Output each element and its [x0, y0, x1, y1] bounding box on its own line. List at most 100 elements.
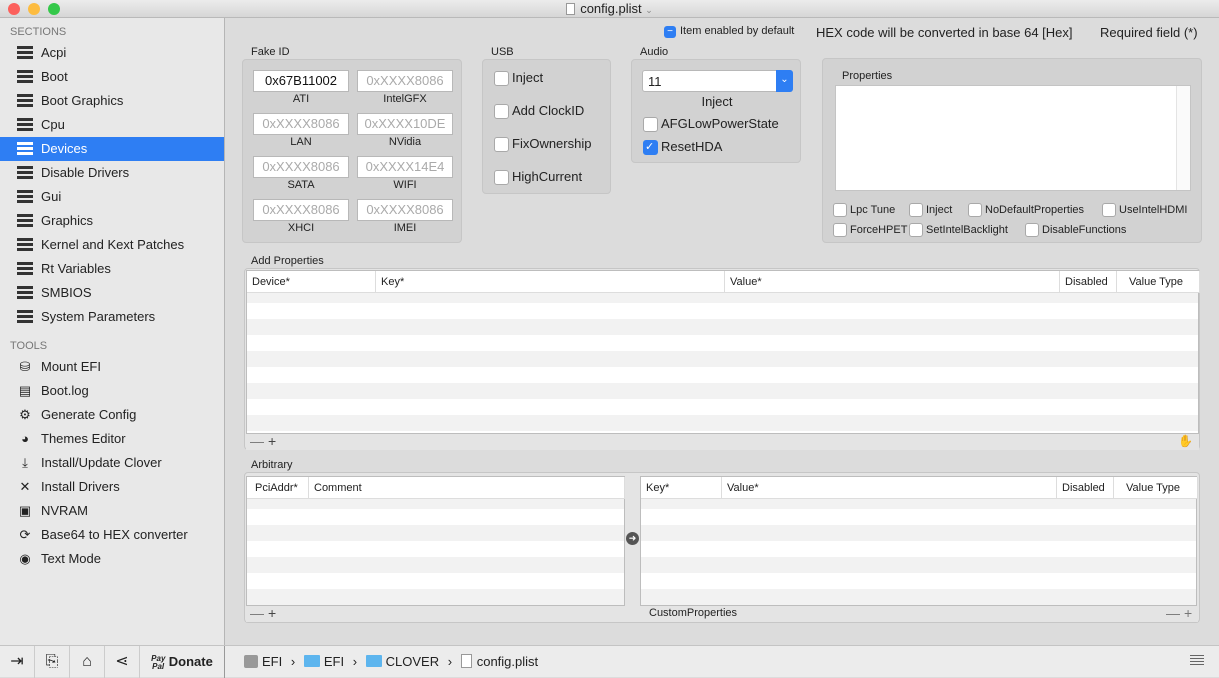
lpc-tune-checkbox[interactable]: Lpc Tune: [833, 203, 895, 217]
sidebar-item-kernel-and-kext-patches[interactable]: Kernel and Kext Patches: [0, 233, 224, 257]
hex-note: HEX code will be converted in base 64 [H…: [816, 25, 1073, 40]
use-intel-hdmi-checkbox[interactable]: UseIntelHDMI: [1102, 203, 1187, 217]
breadcrumb-item[interactable]: config.plist: [477, 654, 538, 669]
column-header[interactable]: Disabled: [1060, 271, 1117, 293]
column-header[interactable]: Device*: [247, 271, 376, 293]
fake-id-label: IntelGFX: [383, 93, 427, 105]
usb-highcurrent-checkbox[interactable]: HighCurrent: [494, 170, 582, 185]
sidebar-item-label: Boot: [41, 69, 68, 84]
remove-button[interactable]: —: [1166, 606, 1180, 621]
column-header[interactable]: Key*: [641, 477, 722, 499]
audio-group: 11 ⌄ Inject AFGLowPowerState ResetHDA: [631, 59, 801, 163]
tools-header: TOOLS: [10, 340, 48, 352]
fake-id-sata-field[interactable]: 0xXXXX8086: [253, 156, 349, 178]
sidebar-item-cpu[interactable]: Cpu: [0, 113, 224, 137]
sidebar-item-gui[interactable]: Gui: [0, 185, 224, 209]
properties-group: Properties Lpc Tune Inject NoDefaultProp…: [822, 58, 1202, 243]
menu-icon[interactable]: [1190, 655, 1204, 666]
sidebar-item-label: Boot Graphics: [41, 93, 124, 108]
remove-button[interactable]: —: [250, 434, 264, 449]
hand-icon[interactable]: ✋: [1178, 434, 1193, 449]
tool-item-text-mode[interactable]: ◉ Text Mode: [0, 547, 224, 571]
tool-item-install-update-clover[interactable]: ⤓ Install/Update Clover: [0, 451, 224, 475]
audio-inject-combobox[interactable]: 11 ⌄: [642, 70, 793, 92]
sidebar-item-smbios[interactable]: SMBIOS: [0, 281, 224, 305]
fake-id-label: WIFI: [393, 179, 417, 191]
sidebar-item-boot-graphics[interactable]: Boot Graphics: [0, 89, 224, 113]
zoom-button[interactable]: [48, 3, 60, 15]
separator: ›: [290, 654, 296, 669]
afg-low-power-checkbox[interactable]: AFGLowPowerState: [643, 117, 779, 132]
tool-item-install-drivers[interactable]: ✕ Install Drivers: [0, 475, 224, 499]
list-icon: [17, 310, 33, 324]
usb-add-clockid-checkbox[interactable]: Add ClockID: [494, 104, 584, 119]
column-header[interactable]: Key*: [376, 271, 725, 293]
remove-button[interactable]: —: [250, 606, 264, 621]
tool-item-themes-editor[interactable]: ◕ Themes Editor: [0, 427, 224, 451]
column-header[interactable]: Value*: [722, 477, 1057, 499]
breadcrumb: EFI › EFI › CLOVER › config.plist: [244, 654, 538, 670]
import-icon[interactable]: ⇥: [0, 646, 35, 678]
reset-hda-checkbox[interactable]: ResetHDA: [643, 140, 722, 155]
column-header[interactable]: Disabled: [1057, 477, 1114, 499]
properties-label: Properties: [842, 70, 893, 82]
fake-id-xhci-field[interactable]: 0xXXXX8086: [253, 199, 349, 221]
chevron-down-icon[interactable]: ⌄: [776, 70, 793, 92]
folder-icon: [365, 655, 382, 667]
item-enabled-checkbox[interactable]: −: [664, 26, 676, 38]
close-button[interactable]: [8, 3, 20, 15]
add-button[interactable]: +: [1184, 606, 1192, 621]
arbitrary-pci-table[interactable]: PciAddr* Comment: [246, 476, 625, 606]
sidebar-item-graphics[interactable]: Graphics: [0, 209, 224, 233]
sidebar-item-disable-drivers[interactable]: Disable Drivers: [0, 161, 224, 185]
sidebar-item-devices[interactable]: Devices: [0, 137, 224, 161]
breadcrumb-item[interactable]: EFI: [324, 654, 344, 669]
list-icon: [17, 94, 33, 108]
force-hpet-checkbox[interactable]: ForceHPET: [833, 223, 907, 237]
add-properties-table[interactable]: Device* Key* Value* Disabled Value Type: [246, 270, 1200, 434]
breadcrumb-item[interactable]: EFI: [262, 654, 282, 669]
tool-item-generate-config[interactable]: ⚙ Generate Config: [0, 403, 224, 427]
fake-id-intelgfx-field[interactable]: 0xXXXX8086: [357, 70, 453, 92]
add-button[interactable]: +: [268, 606, 276, 621]
tool-item-boot-log[interactable]: ▤ Boot.log: [0, 379, 224, 403]
set-intel-backlight-checkbox[interactable]: SetIntelBacklight: [909, 223, 1008, 237]
fake-id-imei-field[interactable]: 0xXXXX8086: [357, 199, 453, 221]
column-header[interactable]: Value Type: [1114, 477, 1198, 499]
tool-item-mount-efi[interactable]: ⛁ Mount EFI: [0, 355, 224, 379]
arrow-right-icon[interactable]: ➜: [626, 532, 639, 545]
share-icon[interactable]: ⋖: [105, 646, 140, 678]
tool-item-base64-to-hex-converter[interactable]: ⟳ Base64 to HEX converter: [0, 523, 224, 547]
column-header[interactable]: PciAddr*: [247, 477, 309, 499]
properties-textarea[interactable]: [835, 85, 1191, 191]
fake-id-lan-field[interactable]: 0xXXXX8086: [253, 113, 349, 135]
minimize-button[interactable]: [28, 3, 40, 15]
export-icon[interactable]: ⎘: [35, 646, 70, 678]
sidebar-item-rt-variables[interactable]: Rt Variables: [0, 257, 224, 281]
fake-id-nvidia-field[interactable]: 0xXXXX10DE: [357, 113, 453, 135]
breadcrumb-item[interactable]: CLOVER: [386, 654, 439, 669]
usb-fixownership-checkbox[interactable]: FixOwnership: [494, 137, 591, 152]
inject-checkbox[interactable]: Inject: [909, 203, 952, 217]
column-header[interactable]: Value Type: [1117, 271, 1200, 293]
column-header[interactable]: Value*: [725, 271, 1060, 293]
chevron-down-icon[interactable]: ⌄: [645, 5, 653, 15]
fake-id-label: Fake ID: [251, 46, 290, 58]
usb-inject-checkbox[interactable]: Inject: [494, 71, 543, 86]
fake-id-wifi-field[interactable]: 0xXXXX14E4: [357, 156, 453, 178]
tool-item-label: Generate Config: [41, 407, 137, 422]
fake-id-ati-field[interactable]: 0x67B11002: [253, 70, 349, 92]
sidebar-item-system-parameters[interactable]: System Parameters: [0, 305, 224, 329]
scrollbar[interactable]: [1176, 86, 1190, 190]
arbitrary-label: Arbitrary: [251, 459, 293, 471]
disable-functions-checkbox[interactable]: DisableFunctions: [1025, 223, 1126, 237]
no-default-properties-checkbox[interactable]: NoDefaultProperties: [968, 203, 1084, 217]
sidebar-item-boot[interactable]: Boot: [0, 65, 224, 89]
home-icon[interactable]: ⌂: [70, 646, 105, 678]
add-button[interactable]: +: [268, 434, 276, 449]
sidebar-item-acpi[interactable]: Acpi: [0, 41, 224, 65]
tool-item-nvram[interactable]: ▣ NVRAM: [0, 499, 224, 523]
arbitrary-custom-table[interactable]: Key* Value* Disabled Value Type: [640, 476, 1198, 606]
column-header[interactable]: Comment: [309, 477, 625, 499]
donate-button[interactable]: Pay Pal Donate: [140, 646, 225, 678]
